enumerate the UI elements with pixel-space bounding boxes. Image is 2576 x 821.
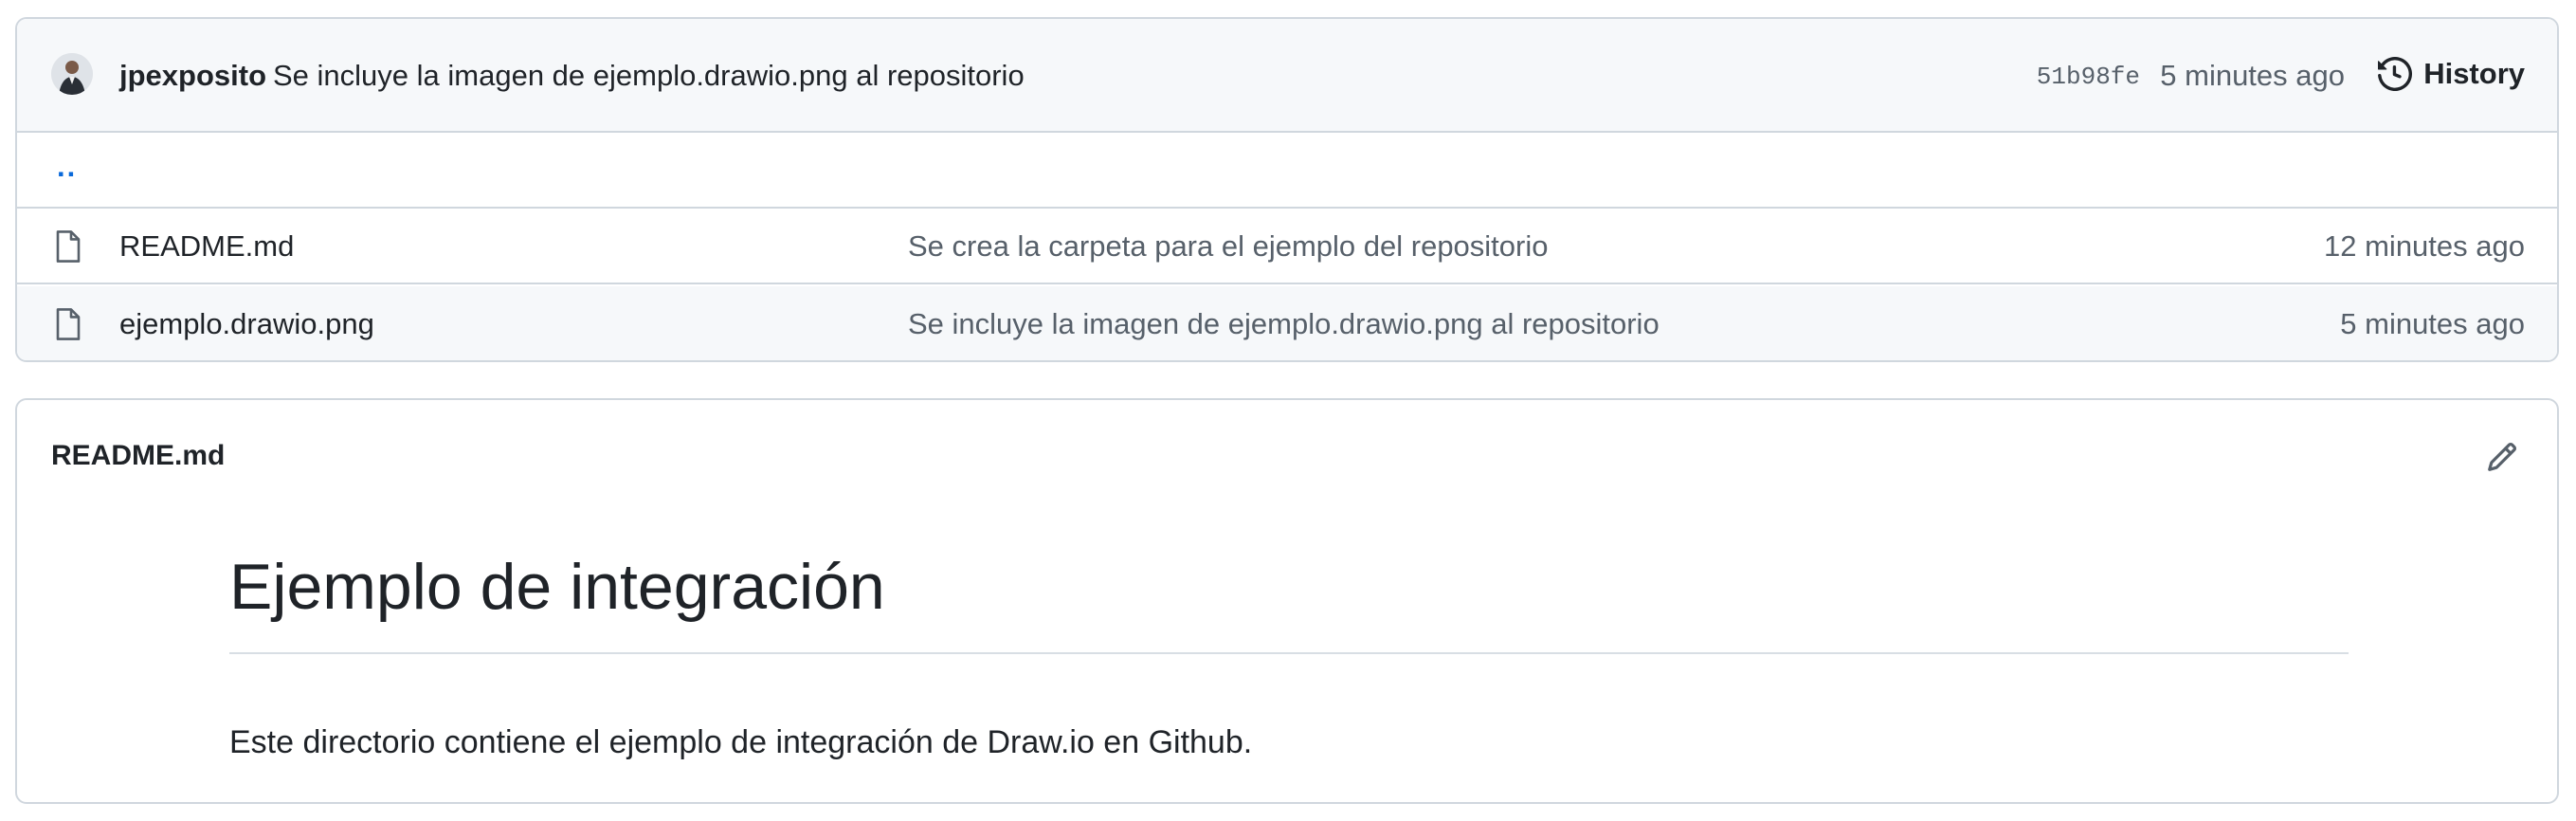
history-button[interactable]: History [2378, 55, 2525, 93]
file-commit-message[interactable]: Se crea la carpeta para el ejemplo del r… [908, 229, 1549, 264]
file-commit-time: 5 minutes ago [2340, 307, 2525, 340]
history-icon [2378, 57, 2413, 91]
heading-divider [229, 652, 2349, 654]
pencil-icon [2488, 442, 2517, 471]
file-commit-message[interactable]: Se incluye la imagen de ejemplo.drawio.p… [908, 307, 1660, 341]
file-icon [53, 307, 83, 346]
file-row[interactable]: ejemplo.drawio.png Se incluye la imagen … [17, 286, 2557, 360]
readme-filename[interactable]: README.md [51, 440, 225, 472]
commit-message[interactable]: Se incluye la imagen de ejemplo.drawio.p… [273, 59, 1025, 93]
file-commit-time: 12 minutes ago [2324, 229, 2525, 263]
author-avatar[interactable] [51, 53, 93, 95]
parent-directory-link[interactable]: .. [57, 150, 77, 184]
commit-sha[interactable]: 51b98fe [2037, 63, 2140, 91]
commit-author[interactable]: jpexposito [119, 59, 266, 93]
readme-heading: Ejemplo de integración [229, 551, 885, 623]
edit-readme-button[interactable] [2481, 436, 2523, 478]
history-label: History [2423, 57, 2525, 90]
file-browser: jpexposito Se incluye la imagen de ejemp… [15, 17, 2559, 362]
file-name[interactable]: ejemplo.drawio.png [119, 307, 374, 341]
commit-time: 5 minutes ago [2160, 59, 2345, 92]
file-name[interactable]: README.md [119, 229, 294, 264]
parent-directory-row[interactable]: .. [17, 133, 2557, 209]
file-row[interactable]: README.md Se crea la carpeta para el eje… [17, 209, 2557, 284]
user-avatar-icon [51, 53, 93, 95]
readme-paragraph: Este directorio contiene el ejemplo de i… [229, 724, 1253, 760]
file-icon [53, 229, 83, 268]
latest-commit-bar: jpexposito Se incluye la imagen de ejemp… [17, 19, 2557, 133]
readme-panel: README.md Ejemplo de integración Este di… [15, 398, 2559, 804]
